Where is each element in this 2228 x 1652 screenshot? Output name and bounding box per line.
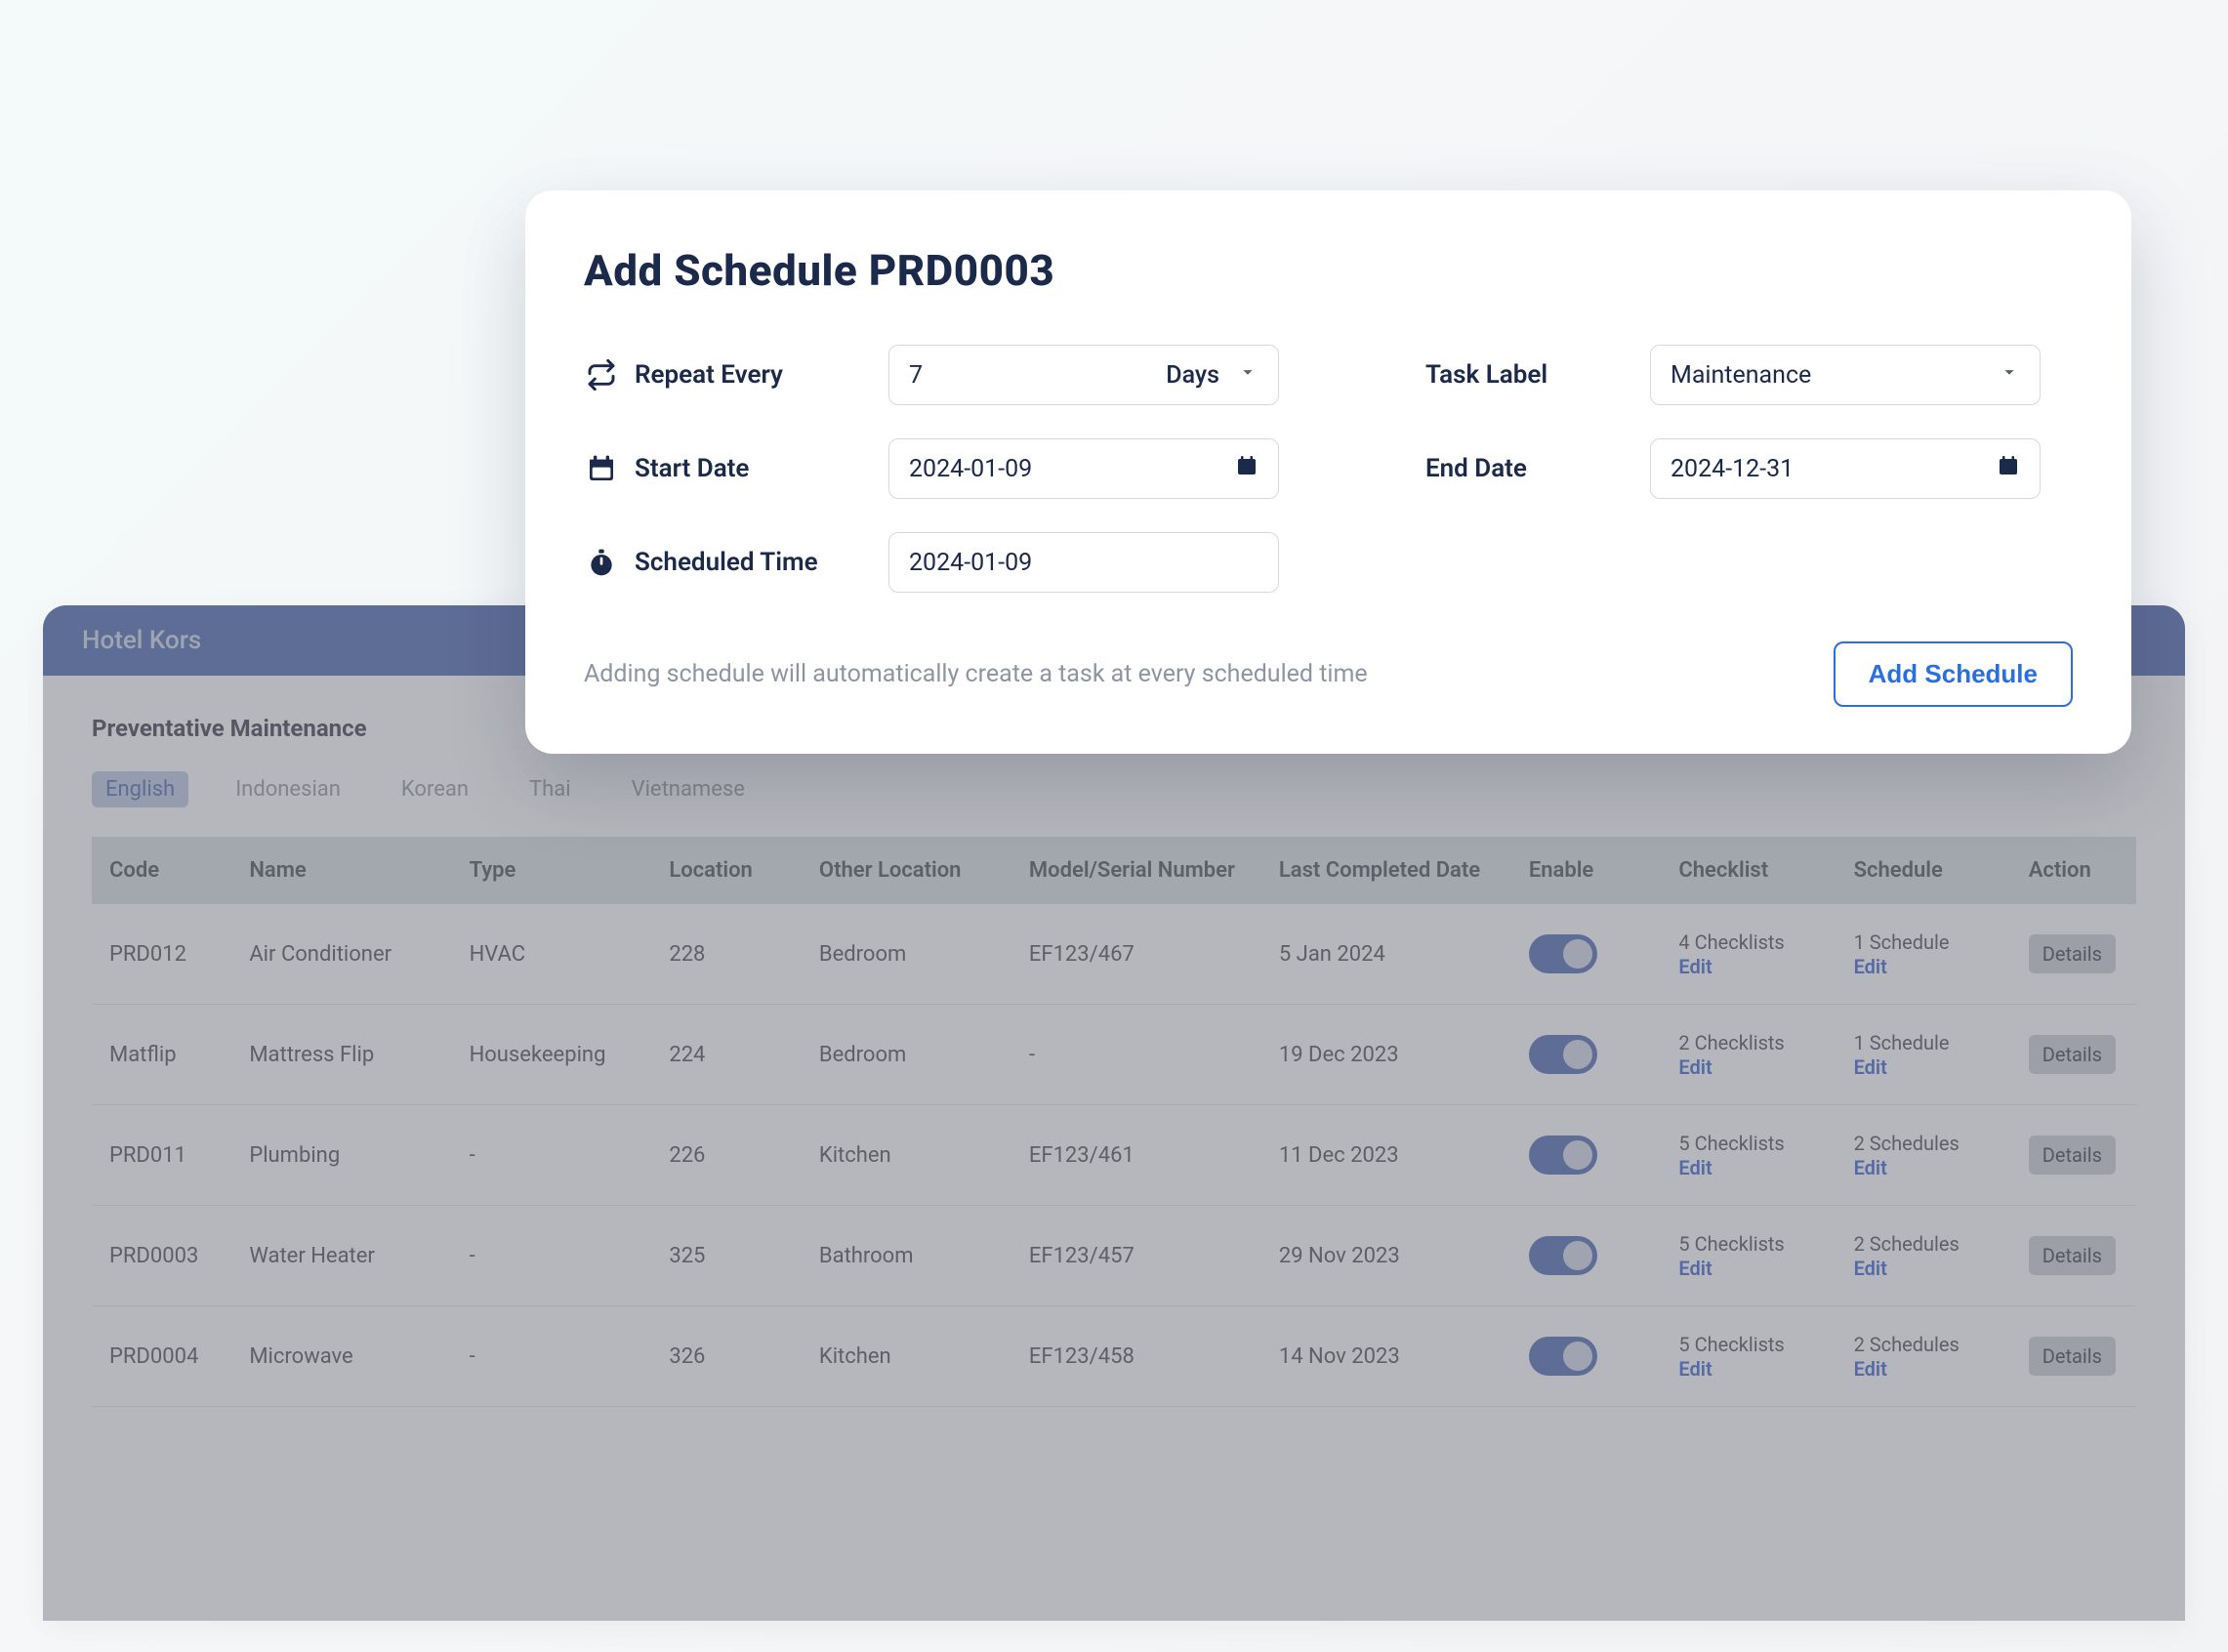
footer-note: Adding schedule will automatically creat… xyxy=(584,660,1368,688)
modal-footer: Adding schedule will automatically creat… xyxy=(584,641,2073,707)
calendar-icon xyxy=(584,451,619,486)
end-date-value: 2024-12-31 xyxy=(1671,455,1794,483)
calendar-icon xyxy=(1997,454,2020,484)
add-schedule-modal: Add Schedule PRD0003 Repeat Every 7 Days… xyxy=(525,190,2131,754)
start-date-input[interactable]: 2024-01-09 xyxy=(888,438,1279,499)
repeat-unit: Days xyxy=(1166,361,1219,390)
modal-backdrop[interactable] xyxy=(43,605,2185,1621)
scheduled-time-label: Scheduled Time xyxy=(635,548,888,577)
repeat-every-label: Repeat Every xyxy=(635,360,888,390)
task-label-label: Task Label xyxy=(1425,360,1650,390)
repeat-value: 7 xyxy=(909,361,923,390)
modal-title: Add Schedule PRD0003 xyxy=(584,245,2073,296)
scheduled-time-input[interactable]: 2024-01-09 xyxy=(888,532,1279,593)
chevron-down-icon xyxy=(1999,361,2020,390)
task-label-value: Maintenance xyxy=(1671,361,1811,390)
end-date-input[interactable]: 2024-12-31 xyxy=(1650,438,2041,499)
scheduled-time-value: 2024-01-09 xyxy=(909,549,1032,577)
add-schedule-button[interactable]: Add Schedule xyxy=(1834,641,2073,707)
task-label-select[interactable]: Maintenance xyxy=(1650,345,2041,405)
calendar-icon xyxy=(1235,454,1258,484)
end-date-label: End Date xyxy=(1425,454,1650,483)
chevron-down-icon xyxy=(1237,361,1258,390)
repeat-every-input[interactable]: 7 Days xyxy=(888,345,1279,405)
repeat-icon xyxy=(584,357,619,392)
start-date-label: Start Date xyxy=(635,454,888,483)
modal-form: Repeat Every 7 Days Task Label Maintenan… xyxy=(584,345,2073,593)
stopwatch-icon xyxy=(584,545,619,580)
start-date-value: 2024-01-09 xyxy=(909,455,1032,483)
